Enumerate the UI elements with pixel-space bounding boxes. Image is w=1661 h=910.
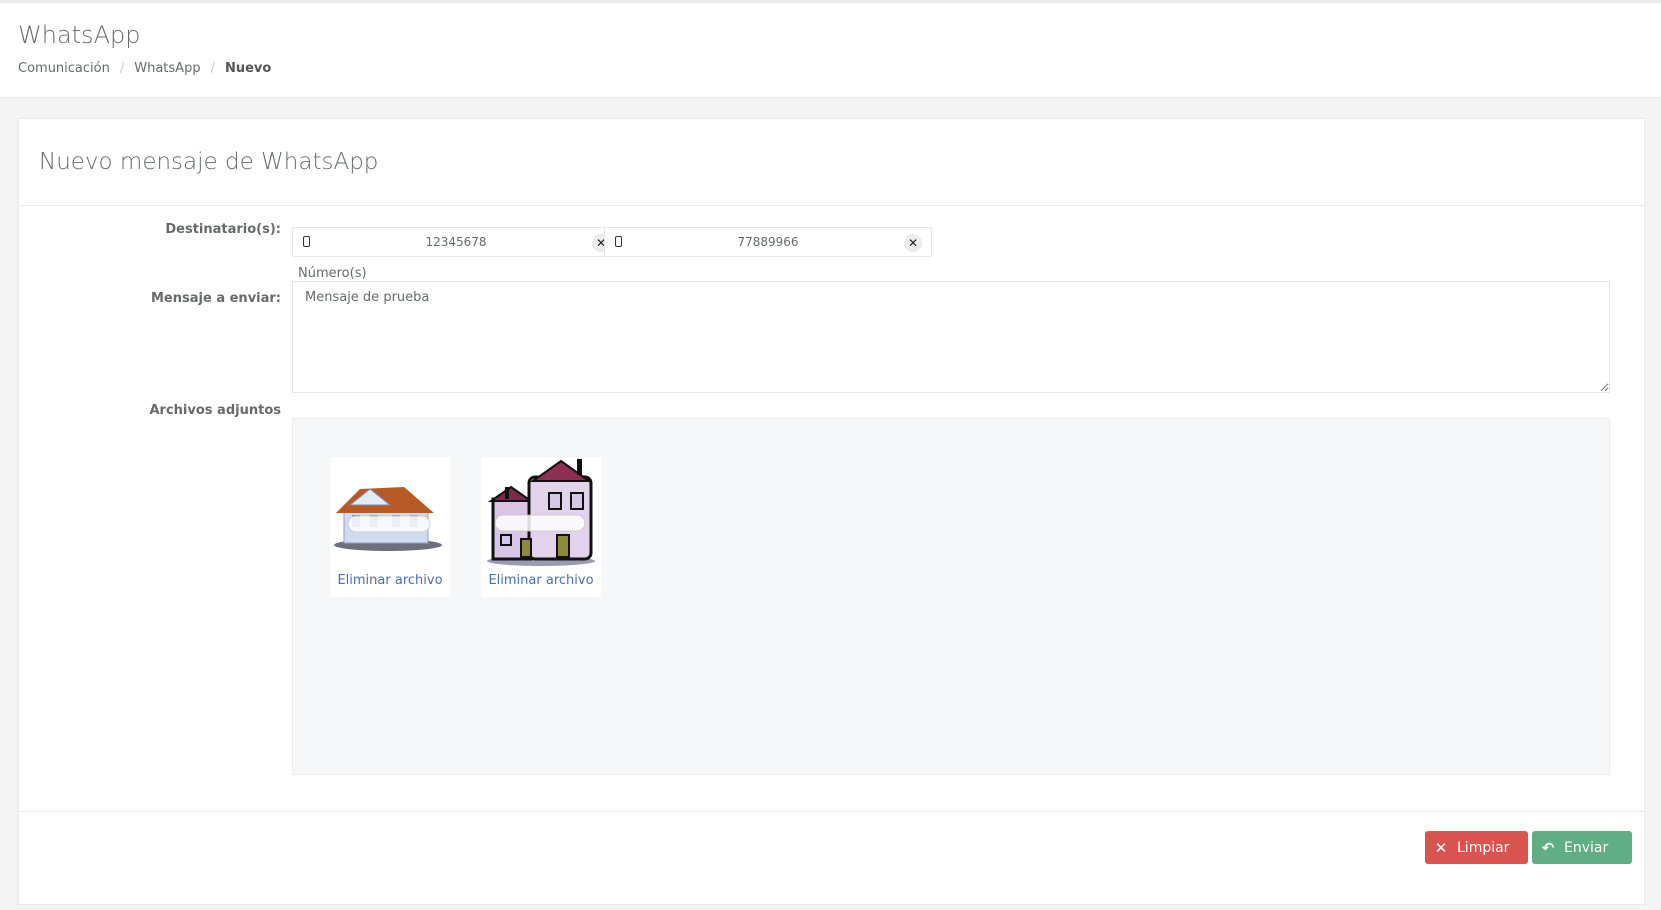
panel-title: Nuevo mensaje de WhatsApp: [39, 149, 379, 175]
attachments-label: Archivos adjuntos: [149, 403, 282, 418]
page-header: WhatsApp Comunicación / WhatsApp / Nuevo: [0, 3, 1661, 98]
page-title: WhatsApp: [18, 21, 141, 49]
attachment-item: Eliminar archivo: [330, 457, 450, 597]
message-textarea[interactable]: Mensaje de prueba: [292, 281, 1610, 393]
breadcrumb: Comunicación / WhatsApp / Nuevo: [18, 61, 271, 76]
breadcrumb-separator: /: [119, 61, 125, 76]
recipient-number: 12345678: [425, 235, 487, 249]
recipient-number: 77889966: [737, 235, 799, 249]
recipients-label: Destinatario(s):: [165, 222, 281, 237]
remove-attachment-link[interactable]: Eliminar archivo: [330, 573, 450, 588]
building-image-icon: [487, 459, 595, 566]
send-button[interactable]: ↶ Enviar: [1532, 831, 1632, 864]
breadcrumb-separator: /: [210, 61, 215, 76]
panel-footer: ✕ Limpiar ↶ Enviar: [19, 811, 1644, 905]
mobile-phone-icon: [303, 236, 310, 247]
message-panel: Nuevo mensaje de WhatsApp Destinatario(s…: [18, 118, 1645, 905]
recipient-tag: 12345678 ✕: [292, 227, 620, 257]
remove-recipient-button[interactable]: ✕: [904, 234, 922, 252]
clear-button-label: Limpiar: [1457, 839, 1510, 856]
attachments-dropzone[interactable]: Eliminar archivo Eliminar archivo: [292, 418, 1610, 775]
panel-header: Nuevo mensaje de WhatsApp: [19, 119, 1644, 206]
close-icon: ✕: [1434, 838, 1448, 857]
reply-icon: ↶: [1541, 838, 1555, 857]
breadcrumb-item-nuevo: Nuevo: [224, 61, 272, 76]
breadcrumb-item-comunicacion[interactable]: Comunicación: [18, 61, 110, 76]
attachment-item: Eliminar archivo: [481, 457, 601, 597]
send-button-label: Enviar: [1564, 839, 1609, 856]
breadcrumb-item-whatsapp[interactable]: WhatsApp: [134, 61, 200, 76]
recipient-tag: 77889966 ✕: [604, 227, 932, 257]
house-image-icon: [334, 487, 442, 551]
message-label: Mensaje a enviar:: [151, 291, 281, 306]
remove-attachment-link[interactable]: Eliminar archivo: [481, 573, 601, 588]
mobile-phone-icon: [615, 236, 622, 247]
clear-button[interactable]: ✕ Limpiar: [1425, 831, 1528, 864]
